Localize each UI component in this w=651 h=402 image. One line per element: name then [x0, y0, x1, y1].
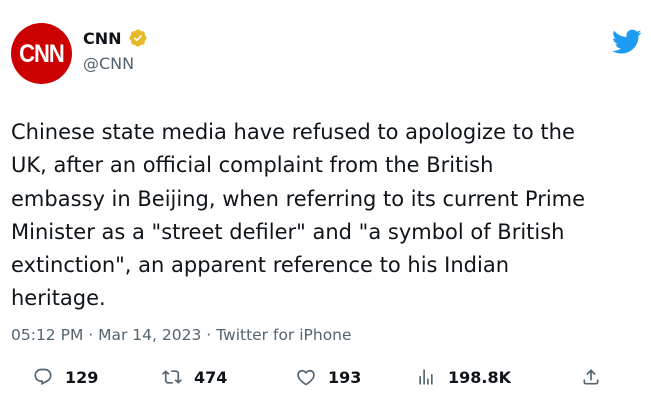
- author-name[interactable]: CNN: [83, 29, 122, 48]
- reply-button[interactable]: 129: [33, 362, 98, 392]
- tweet-meta: 05:12 PM · Mar 14, 2023 · Twitter for iP…: [11, 326, 352, 344]
- avatar-logo: CNN: [19, 38, 65, 68]
- meta-separator: ·: [206, 326, 217, 344]
- meta-separator: ·: [83, 326, 99, 344]
- author-handle[interactable]: @CNN: [83, 54, 134, 73]
- twitter-bird-icon[interactable]: [612, 29, 642, 55]
- tweet-text: Chinese state media have refused to apol…: [11, 116, 639, 316]
- tweet-line: Minister as a "street defiler" and "a sy…: [11, 219, 565, 244]
- like-button[interactable]: 193: [296, 362, 361, 392]
- views-count: 198.8K: [448, 367, 512, 387]
- author-name-row[interactable]: CNN: [83, 28, 148, 48]
- retweet-icon: [162, 370, 182, 384]
- share-icon: [583, 369, 599, 385]
- share-button[interactable]: [581, 362, 601, 392]
- tweet-line: UK, after an official complaint from the…: [11, 153, 494, 178]
- verified-badge-icon: [128, 29, 147, 47]
- views-icon: [419, 369, 433, 385]
- tweet-line: heritage.: [11, 286, 106, 311]
- tweet-line: Chinese state media have refused to apol…: [11, 120, 575, 144]
- reply-icon: [34, 368, 52, 386]
- tweet-line: embassy in Beijing, when referring to it…: [11, 186, 586, 211]
- retweet-count: 474: [194, 367, 228, 387]
- views-button[interactable]: 198.8K: [416, 362, 511, 392]
- reply-count: 129: [65, 367, 99, 387]
- retweet-button[interactable]: 474: [162, 362, 227, 392]
- tweet-timestamp[interactable]: 05:12 PM · Mar 14, 2023: [11, 326, 206, 344]
- tweet-card: CNN CNN @CNN Chinese state media have re…: [0, 0, 651, 402]
- tweet-time: 05:12 PM: [11, 326, 84, 344]
- tweet-date: Mar 14, 2023: [98, 326, 202, 344]
- tweet-source[interactable]: Twitter for iPhone: [216, 326, 351, 344]
- tweet-actions: 129 474 193 198.8K: [0, 362, 651, 392]
- tweet-line: extinction", an apparent reference to hi…: [11, 253, 510, 278]
- avatar[interactable]: CNN: [11, 23, 72, 84]
- like-icon: [297, 369, 315, 386]
- like-count: 193: [328, 367, 362, 387]
